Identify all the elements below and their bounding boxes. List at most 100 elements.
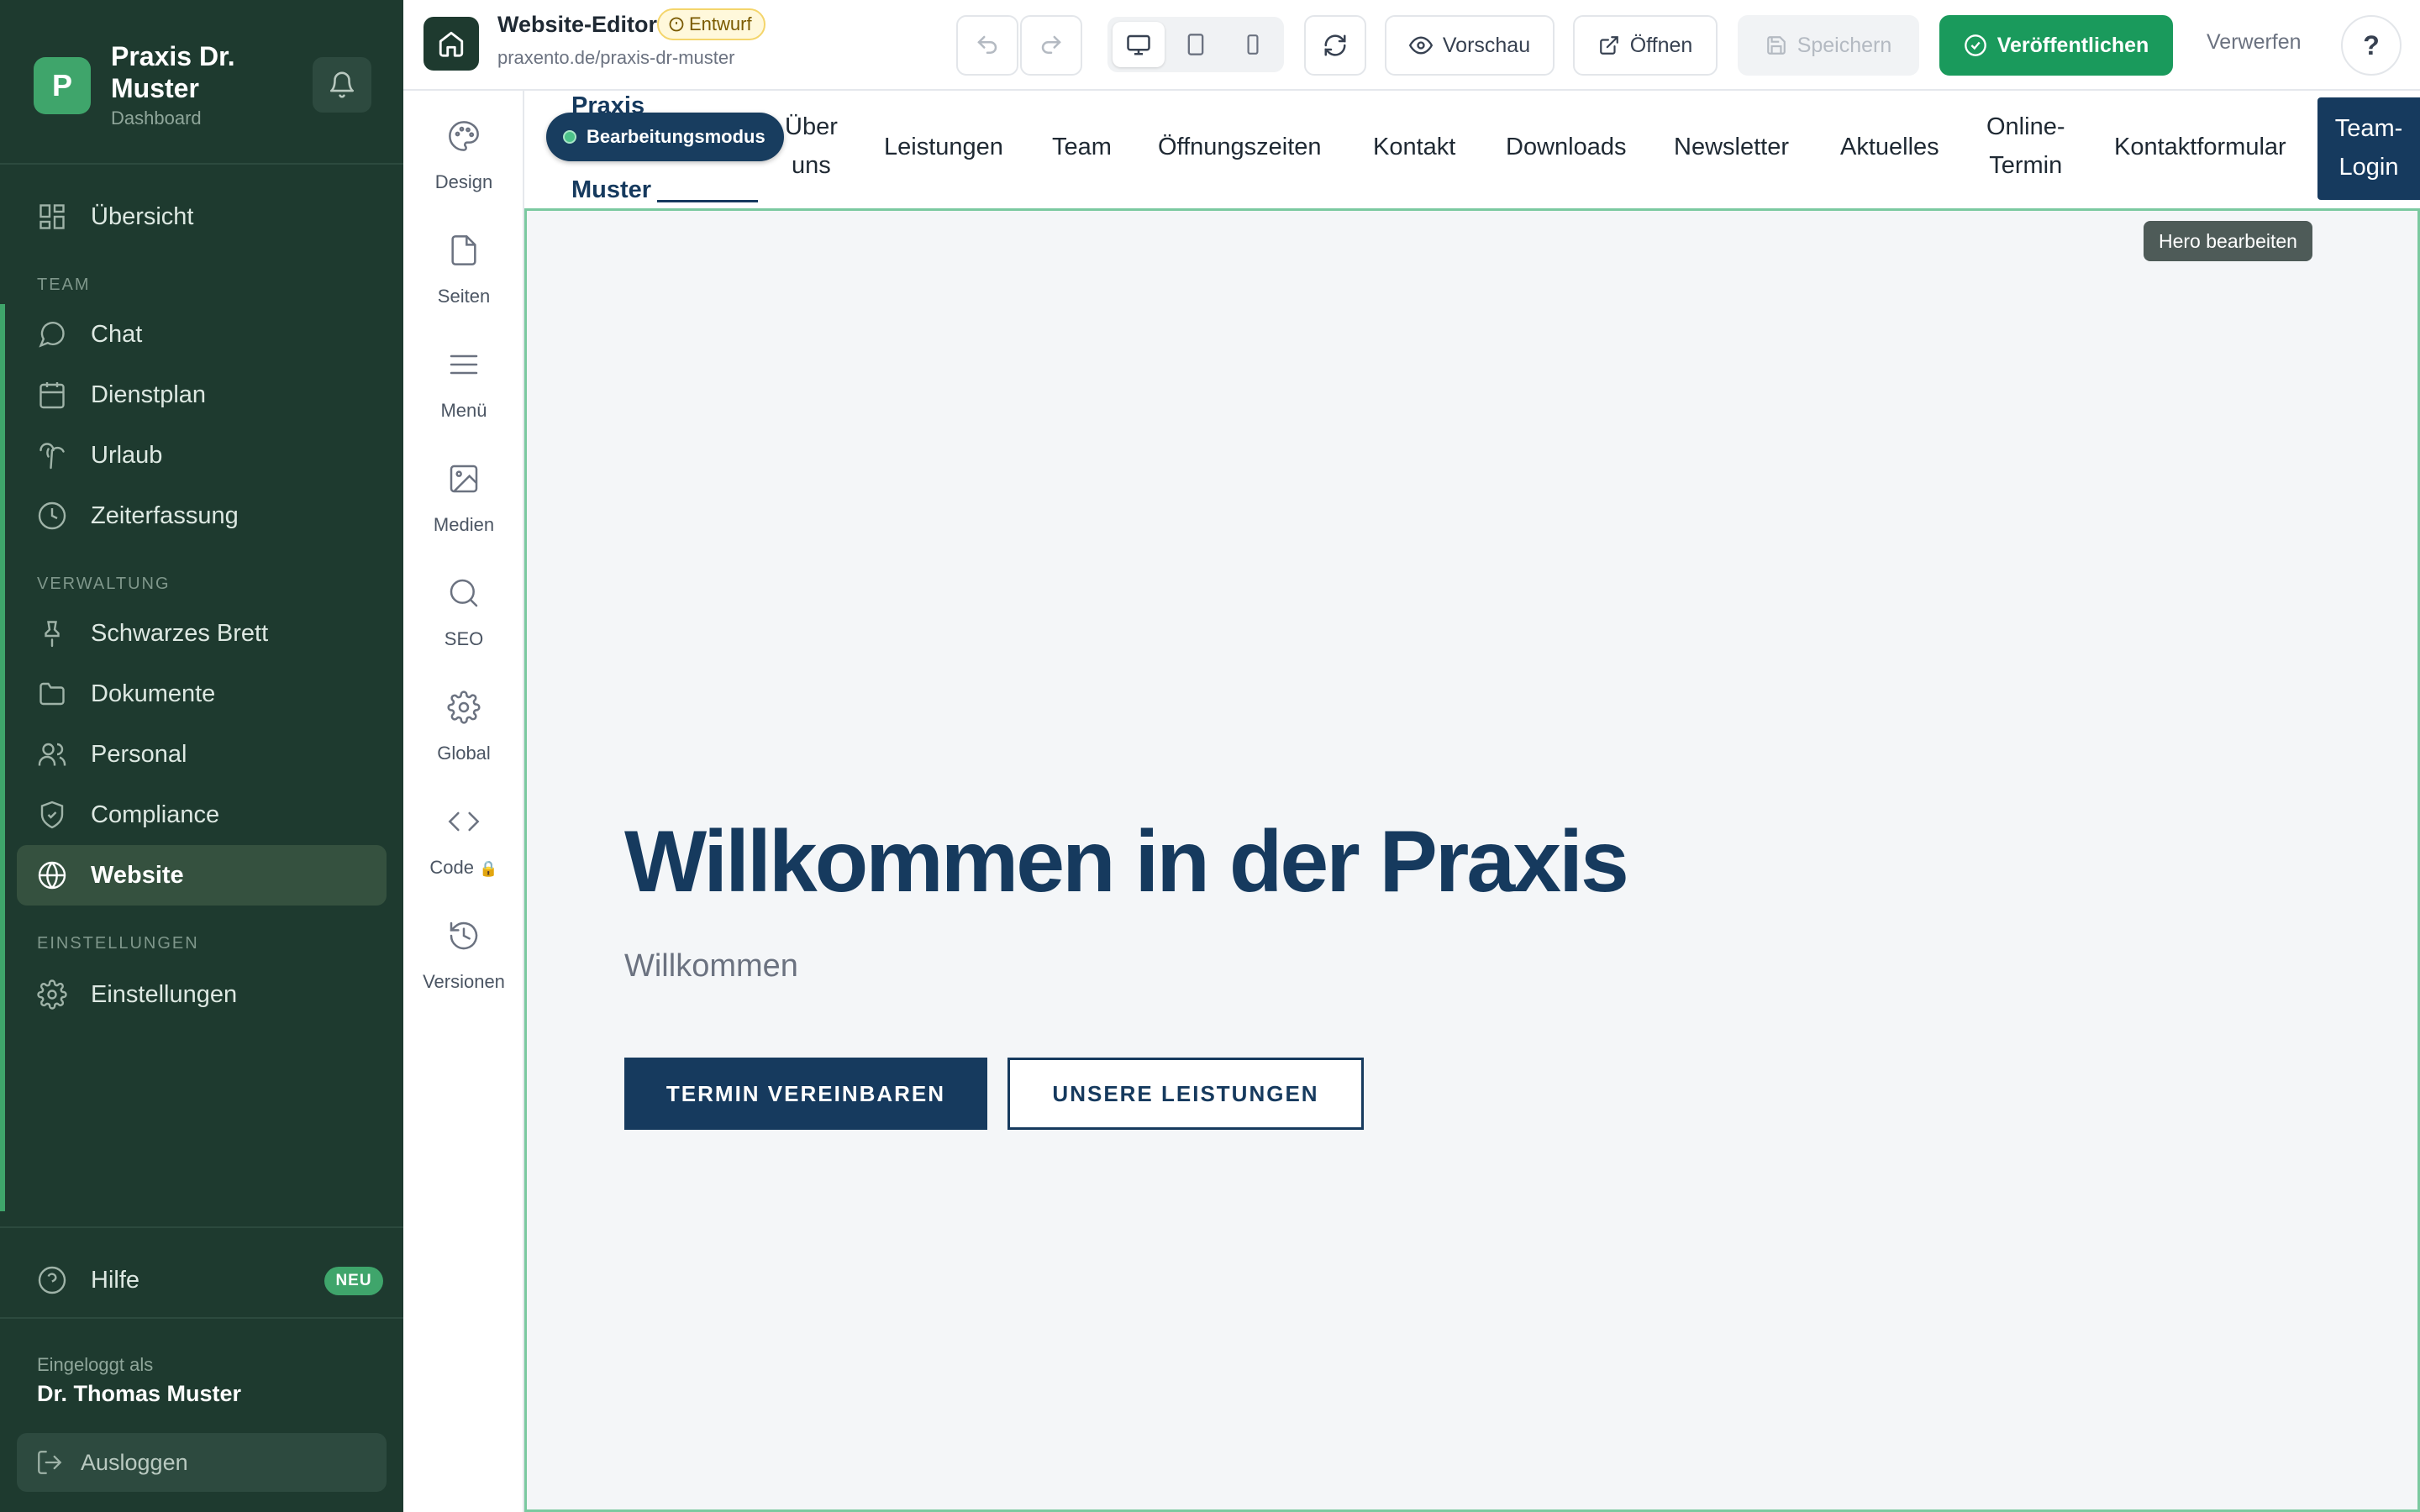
gear-icon — [447, 690, 481, 724]
sidebar-item-roster[interactable]: Dienstplan — [17, 365, 387, 425]
globe-icon — [38, 861, 66, 890]
sidebar-item-documents[interactable]: Dokumente — [17, 664, 387, 724]
nav-link-hours[interactable]: Öffnungszeiten — [1158, 128, 1322, 166]
sidebar-accent-bar — [0, 304, 5, 1211]
logout-icon — [38, 1451, 62, 1474]
nav-link-about[interactable]: Über uns — [785, 108, 838, 185]
tool-label: Global — [437, 743, 491, 764]
nav-link-contact-form[interactable]: Kontaktformular — [2114, 128, 2286, 166]
edit-mode-label: Bearbeitungsmodus — [587, 126, 765, 147]
tool-label: SEO — [444, 628, 484, 649]
nav-link-online-appointment[interactable]: Online- Termin — [1986, 108, 2065, 185]
refresh-button[interactable] — [1304, 15, 1366, 76]
hero-edit-button[interactable]: Hero bearbeiten — [2144, 221, 2312, 261]
tablet-icon — [1187, 34, 1204, 55]
redo-icon — [1041, 35, 1061, 54]
undo-icon — [977, 35, 997, 54]
sidebar-item-overview[interactable]: Übersicht — [17, 186, 387, 247]
sidebar-item-label: Dienstplan — [91, 381, 207, 408]
tool-menu[interactable]: Menü — [403, 338, 524, 430]
sidebar-item-settings[interactable]: Einstellungen — [17, 964, 387, 1025]
tool-label: Versionen — [423, 971, 505, 992]
device-desktop-button[interactable] — [1113, 22, 1165, 67]
save-button[interactable]: Speichern — [1738, 15, 1919, 76]
lock-icon: 🔒 — [479, 860, 498, 877]
sidebar-item-label: Compliance — [91, 801, 220, 828]
sidebar-item-label: Personal — [91, 741, 187, 768]
tool-pages[interactable]: Seiten — [403, 223, 524, 316]
status-badge: Entwurf — [657, 8, 765, 40]
editor-tool-rail: Design Seiten Menü Medien SEO Global Cod… — [403, 91, 524, 1512]
sidebar-item-staff[interactable]: Personal — [17, 724, 387, 785]
section-label-settings: EINSTELLUNGEN — [37, 934, 199, 953]
sidebar-item-bulletin-board[interactable]: Schwarzes Brett — [17, 603, 387, 664]
smartphone-icon — [1247, 34, 1259, 55]
device-mobile-button[interactable] — [1227, 22, 1279, 67]
open-button[interactable]: Öffnen — [1573, 15, 1718, 76]
tool-media[interactable]: Medien — [403, 452, 524, 544]
tool-label: Medien — [433, 514, 495, 535]
pin-icon — [45, 621, 60, 648]
nav-link-contact[interactable]: Kontakt — [1373, 128, 1455, 166]
hero-section[interactable]: Hero bearbeiten Willkommen in der Praxis… — [524, 208, 2420, 1512]
nav-link-online-line1: Online- — [1986, 113, 2065, 140]
nav-team-login-button[interactable]: Team- Login — [2317, 97, 2420, 200]
tool-label: Code 🔒 — [403, 857, 524, 879]
sidebar-item-label: Chat — [91, 321, 143, 348]
tool-code[interactable]: Code 🔒 — [403, 795, 524, 887]
nav-link-newsletter[interactable]: Newsletter — [1674, 128, 1789, 166]
hero-title[interactable]: Willkommen in der Praxis — [624, 812, 1629, 912]
edit-mode-dot — [563, 130, 576, 144]
nav-link-online-line2: Termin — [1989, 152, 2063, 179]
help-circle-icon — [38, 1266, 66, 1294]
section-label-admin: VERWALTUNG — [37, 575, 171, 593]
status-badge-label: Entwurf — [689, 13, 752, 34]
hero-secondary-cta[interactable]: UNSERE LEISTUNGEN — [1007, 1058, 1364, 1130]
search-icon — [450, 579, 478, 607]
nav-link-team[interactable]: Team — [1052, 128, 1112, 166]
new-badge: NEU — [324, 1267, 383, 1295]
sidebar-item-label: Urlaub — [91, 442, 163, 469]
tool-label: Design — [434, 171, 493, 192]
nav-link-news[interactable]: Aktuelles — [1840, 128, 1939, 166]
help-button[interactable]: ? — [2341, 15, 2402, 76]
tool-versions[interactable]: Versionen — [403, 909, 524, 1001]
sidebar-item-help[interactable]: Hilfe NEU — [17, 1250, 387, 1310]
tool-design[interactable]: Design — [403, 109, 524, 202]
sidebar-item-website[interactable]: Website — [17, 845, 387, 906]
clock-icon — [38, 501, 66, 530]
site-logo-line2[interactable]: Muster — [571, 176, 651, 204]
tool-global[interactable]: Global — [403, 680, 524, 773]
brand-subtitle: Dashboard — [111, 108, 202, 129]
site-url: praxento.de/praxis-dr-muster — [497, 47, 735, 68]
nav-link-downloads[interactable]: Downloads — [1506, 128, 1626, 166]
nav-link-services[interactable]: Leistungen — [884, 128, 1003, 166]
hero-subtitle[interactable]: Willkommen — [624, 948, 798, 984]
logout-button[interactable]: Ausloggen — [17, 1433, 387, 1492]
sidebar-item-time-tracking[interactable]: Zeiterfassung — [17, 486, 387, 546]
home-button[interactable] — [424, 17, 479, 71]
preview-button[interactable]: Vorschau — [1385, 15, 1555, 76]
sidebar-item-vacation[interactable]: Urlaub — [17, 425, 387, 486]
info-icon — [669, 17, 684, 32]
notifications-button[interactable] — [313, 57, 371, 113]
bell-icon — [329, 71, 355, 98]
open-label: Öffnen — [1629, 33, 1693, 57]
device-tablet-button[interactable] — [1170, 22, 1222, 67]
menu-icon — [450, 354, 478, 375]
sidebar-item-chat[interactable]: Chat — [17, 304, 387, 365]
discard-button[interactable]: Verwerfen — [2207, 30, 2302, 55]
edit-mode-indicator: Bearbeitungsmodus — [546, 113, 784, 161]
page-icon — [451, 235, 476, 265]
section-label-team: TEAM — [37, 276, 91, 294]
sidebar-item-label: Übersicht — [91, 203, 194, 230]
tool-seo[interactable]: SEO — [403, 566, 524, 659]
calendar-icon — [39, 382, 65, 409]
redo-button[interactable] — [1020, 15, 1082, 76]
hero-primary-cta[interactable]: TERMIN VEREINBAREN — [624, 1058, 987, 1130]
publish-button[interactable]: Veröffentlichen — [1939, 15, 2173, 76]
undo-button[interactable] — [956, 15, 1018, 76]
sidebar-item-compliance[interactable]: Compliance — [17, 785, 387, 845]
editor-toolbar: Website-Editor Entwurf praxento.de/praxi… — [403, 0, 2420, 91]
tool-label: Menü — [440, 400, 487, 421]
